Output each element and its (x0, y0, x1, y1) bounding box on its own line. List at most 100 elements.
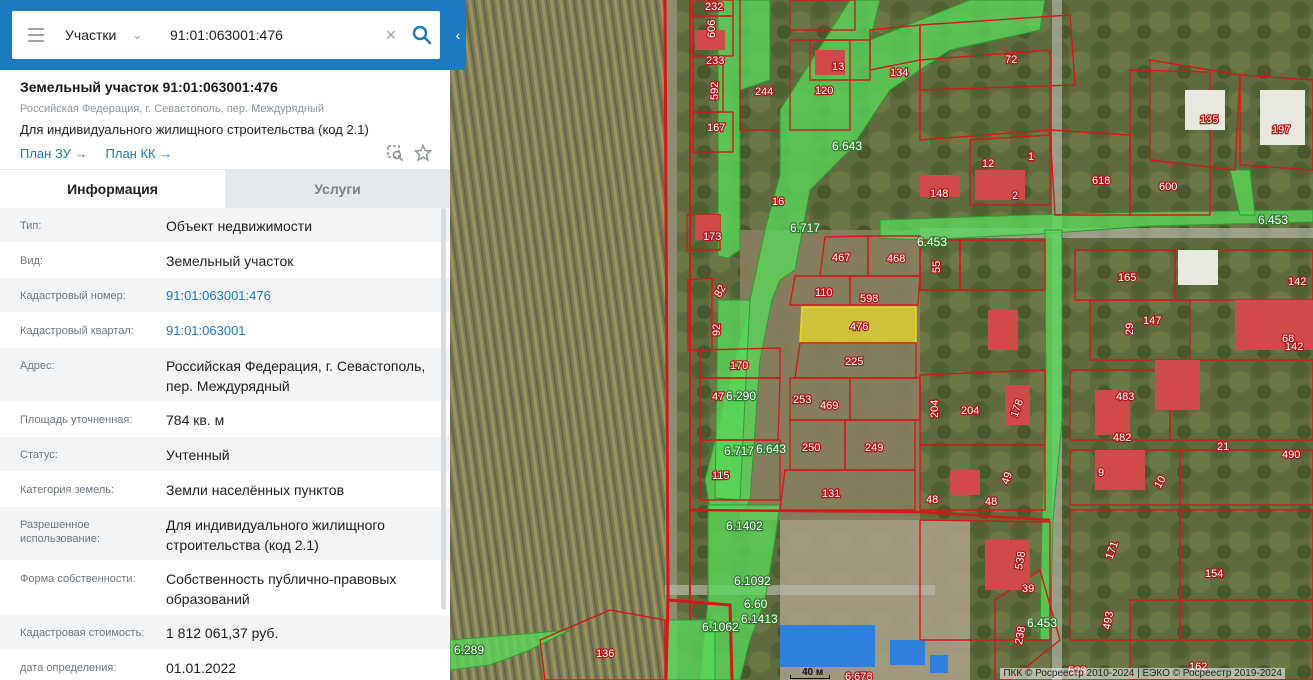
parcel-label-476: 476 (850, 321, 868, 333)
parcel-label-232: 232 (705, 1, 723, 13)
attr-row: Адрес: Российская Федерация, г. Севастопо… (0, 348, 450, 402)
attr-label: дата определения: (20, 662, 117, 674)
parcel-label-48b: 48 (985, 496, 997, 508)
info-panel: Участки ⌄ × Земельный участок 91:01:0630… (0, 0, 450, 680)
attr-label: Вид: (20, 255, 43, 267)
search-bar: Участки ⌄ × (12, 11, 440, 59)
attr-row: Кадастровый квартал: 91:01:063001 (0, 313, 450, 348)
parcel-label-468: 468 (887, 253, 905, 265)
parcel-label-490: 490 (1282, 449, 1300, 461)
attr-row: Статус: Учтенный (0, 437, 450, 472)
attr-label: Кадастровый номер: (20, 290, 126, 302)
parcel-label-147: 147 (1143, 315, 1161, 327)
tab-services[interactable]: Услуги (225, 170, 450, 208)
parcel-label-1: 1 (1028, 151, 1034, 163)
search-input[interactable] (170, 27, 378, 43)
parcel-label-6678: 6.678 (845, 671, 873, 680)
attr-row: Тип: Объект недвижимости (0, 208, 450, 243)
parcel-label-598: 598 (860, 293, 878, 305)
vineyard-area (450, 0, 665, 680)
parcel-label-9: 9 (1098, 467, 1104, 479)
parcel-label-120: 120 (815, 85, 833, 97)
parcel-label-134: 134 (890, 67, 908, 79)
map-canvas[interactable]: 232 606 233 592 167 244 13 120 134 72 13… (450, 0, 1313, 680)
attr-label: Статус: (20, 449, 58, 461)
search-header: Участки ⌄ × (0, 0, 450, 70)
attr-label: Тип: (20, 220, 42, 232)
object-use: Для индивидуального жилищного строительс… (20, 122, 369, 137)
parcel-label-48: 48 (926, 494, 938, 506)
parcel-label-592: 592 (709, 82, 721, 100)
attr-row: Вид: Земельный участок (0, 243, 450, 278)
locate-on-map-icon[interactable] (386, 144, 404, 162)
parcel-label-600: 600 (1159, 181, 1177, 193)
zone-label-6289: 6.289 (454, 643, 484, 657)
collapse-panel-button[interactable]: ‹ (450, 0, 466, 70)
parcel-label-469: 469 (820, 400, 838, 412)
parcel-label-225: 225 (845, 356, 863, 368)
tab-info[interactable]: Информация (0, 170, 225, 208)
zone-label-6643b: 6.643 (756, 442, 786, 456)
clear-icon[interactable]: × (378, 25, 404, 46)
attr-label: Форма собственности: (20, 573, 136, 585)
search-type-label: Участки (65, 27, 117, 43)
search-type-select[interactable]: Участки ⌄ (60, 27, 170, 43)
attr-value: Учтенный (166, 447, 230, 463)
parcel-label-136: 136 (596, 648, 614, 660)
zone-label-6290: 6.290 (726, 389, 756, 403)
parcel-label-204b: 204 (961, 405, 979, 417)
panel-scrollbar[interactable] (441, 208, 446, 610)
zone-label-6453c: 6.453 (1027, 616, 1057, 630)
attr-value: Российская Федерация, г. Севастополь, пе… (166, 358, 426, 394)
plan-zu-link[interactable]: План ЗУ → (20, 146, 88, 161)
attr-row: Категория земель: Земли населённых пункто… (0, 472, 450, 507)
parcel-label-154: 154 (1205, 568, 1223, 580)
search-button[interactable] (404, 25, 440, 45)
zone-label-6453b: 6.453 (1258, 213, 1288, 227)
chevron-left-icon: ‹ (455, 27, 461, 43)
zone-label-61402: 6.1402 (726, 519, 763, 533)
parcel-label-483: 483 (1116, 391, 1134, 403)
attr-row: Форма собственности: Собственность публич… (0, 561, 450, 615)
attr-value: Объект недвижимости (166, 218, 313, 234)
plan-links: План ЗУ → План КК → (20, 146, 430, 161)
menu-icon[interactable] (12, 11, 60, 59)
parcel-label-233: 233 (706, 55, 724, 67)
parcel-label-16: 16 (772, 196, 784, 208)
cadastral-number-link[interactable]: 91:01:063001:476 (166, 278, 430, 312)
parcel-label-170: 170 (730, 360, 748, 372)
parcel-label-618: 618 (1092, 175, 1110, 187)
parcel-label-131: 131 (822, 488, 840, 500)
parcel-label-29: 29 (1124, 323, 1136, 335)
attr-value: Земли населённых пунктов (166, 482, 345, 498)
attr-value: Земельный участок (166, 253, 294, 269)
chevron-down-icon: ⌄ (132, 28, 143, 42)
plan-kk-link[interactable]: План КК → (106, 146, 173, 161)
parcel-label-39: 39 (1022, 583, 1034, 595)
attr-row: Кадастровая стоимость: 1 812 061,37 руб. (0, 615, 450, 650)
zone-label-6643: 6.643 (832, 139, 862, 153)
attr-row: дата определения: 01.01.2022 (0, 650, 450, 680)
parcel-label-250: 250 (802, 442, 820, 454)
scale-label: 40 м (802, 667, 824, 678)
parcel-label-135: 135 (1200, 114, 1218, 126)
attr-row: Кадастровый номер: 91:01:063001:476 (0, 278, 450, 313)
attr-label: Кадастровая стоимость: (20, 627, 145, 639)
star-icon[interactable] (414, 144, 432, 162)
zone-label-6717b: 6.717 (724, 444, 754, 458)
parcel-label-12: 12 (982, 158, 994, 170)
parcel-label-2: 2 (1012, 190, 1018, 202)
cadastral-quarter-link[interactable]: 91:01:063001 (166, 313, 430, 347)
object-title: Земельный участок 91:01:063001:476 (20, 79, 278, 95)
parcel-label-72: 72 (1005, 54, 1017, 66)
parcel-label-142b: 142 (1285, 341, 1303, 353)
attr-value: 1 812 061,37 руб. (166, 625, 279, 641)
zone-label-61092: 6.1092 (734, 574, 771, 588)
zone-label-660: 6.60 (744, 597, 768, 611)
parcel-label-167: 167 (707, 122, 725, 134)
map-svg: 232 606 233 592 167 244 13 120 134 72 13… (450, 0, 1313, 680)
parcel-label-55: 55 (931, 261, 943, 273)
attr-value: Собственность публично-правовых образова… (166, 571, 397, 607)
attr-label: Категория земель: (20, 484, 115, 496)
parcel-label-204: 204 (929, 400, 941, 418)
